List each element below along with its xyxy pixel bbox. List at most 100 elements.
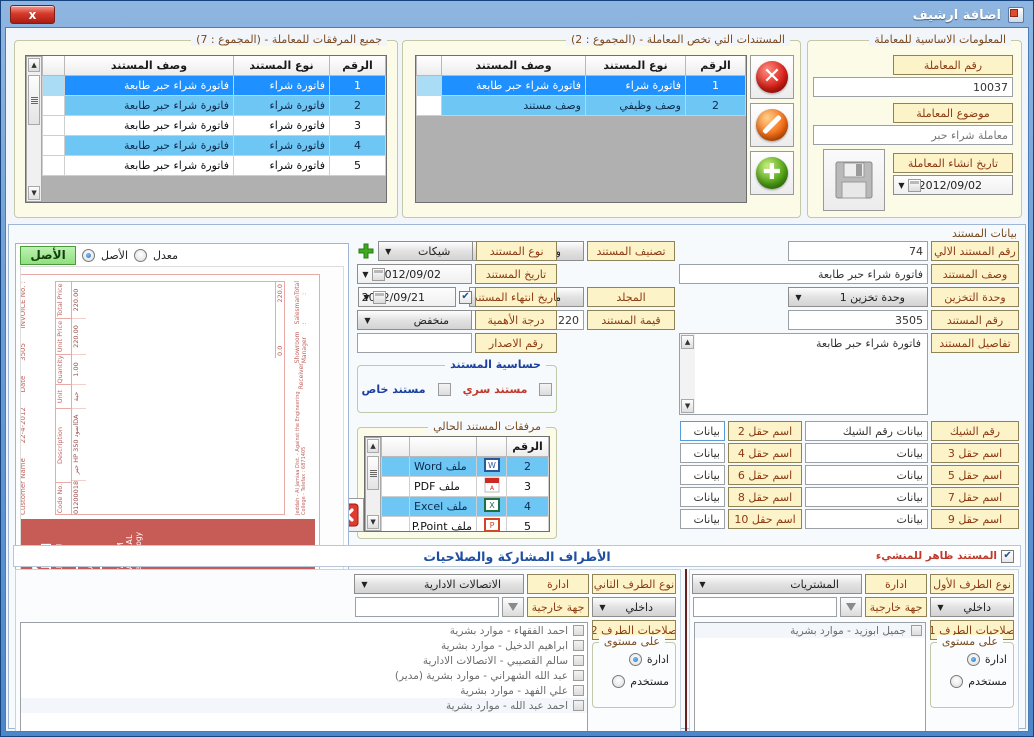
field-input-8[interactable]: بيانات <box>680 487 725 507</box>
scroll-thumb[interactable] <box>367 456 379 490</box>
auto-doc-no-label: رقم المستند الالي <box>931 241 1019 261</box>
table-row[interactable]: 2 W ملف Word <box>381 455 549 477</box>
party1-move-button[interactable] <box>840 597 862 617</box>
field-input-1[interactable]: بيانات رقم الشيك <box>805 421 928 441</box>
issue-no-input[interactable] <box>357 333 472 353</box>
list-item[interactable]: ابراهيم الدخيل - موارد بشرية <box>21 638 587 653</box>
expiry-date-picker[interactable]: 2012/09/21 ▼ <box>358 287 456 307</box>
list-item[interactable]: جميل ابوزيد - موارد بشرية <box>695 623 925 638</box>
cell-desc: فاتورة شراء حبر طابعة <box>64 154 234 176</box>
doc-desc-input[interactable]: فاتورة شراء حبر طابعة <box>679 264 928 284</box>
preview-tab-original[interactable]: الأصل <box>20 245 76 265</box>
doc-details-textarea[interactable]: فاتورة شراء حبر طابعة ▲ ▼ <box>679 333 928 415</box>
cancel-document-button[interactable] <box>750 103 794 147</box>
radio-dept[interactable] <box>628 653 642 666</box>
word-file-icon: W <box>476 455 507 477</box>
radio-original[interactable] <box>82 248 95 262</box>
user-checkbox[interactable] <box>573 685 584 696</box>
add-doc-type-button[interactable] <box>357 241 375 261</box>
table-row[interactable]: 2 فاتورة شراء فاتورة شراء حبر طابعة <box>42 94 386 116</box>
table-row[interactable]: 5 فاتورة شراء فاتورة شراء حبر طابعة <box>42 154 386 176</box>
visible-to-creator-checkbox[interactable]: ✔ <box>1001 549 1014 563</box>
scroll-thumb[interactable] <box>28 75 40 125</box>
user-checkbox[interactable] <box>911 625 922 636</box>
party2-users-list[interactable]: احمد الفقهاء - موارد بشرية ابراهيم الدخي… <box>20 622 588 731</box>
party1-internal-select[interactable]: داخلي ▼ <box>930 597 1014 617</box>
cell-no: 1 <box>685 74 746 96</box>
table-row[interactable]: 1 فاتورة شراء فاتورة شراء حبر طابعة <box>42 74 386 96</box>
secret-checkbox[interactable] <box>539 382 553 396</box>
created-date-picker[interactable]: 2012/09/02 ▼ <box>893 175 1013 195</box>
current-attachments-grid[interactable]: ▲ ▼ الرقم 2 W ملف Word 3 A ملف PDF 4 X م… <box>364 436 550 532</box>
transaction-no-input[interactable]: 10037 <box>813 77 1013 97</box>
close-button[interactable]: x <box>10 5 55 24</box>
col-header-name <box>409 437 477 457</box>
add-document-button[interactable]: ✚ <box>750 151 794 195</box>
user-checkbox[interactable] <box>573 670 584 681</box>
user-checkbox[interactable] <box>573 625 584 636</box>
expiry-checkbox[interactable]: ✔ <box>459 290 472 304</box>
user-checkbox[interactable] <box>573 655 584 666</box>
delete-document-button[interactable]: ✕ <box>750 55 794 99</box>
field-input-4[interactable]: بيانات <box>680 443 725 463</box>
list-item[interactable]: احمد عبد الله - موارد بشرية <box>21 698 587 713</box>
field-input-6[interactable]: بيانات <box>680 465 725 485</box>
list-item[interactable]: علي الفهد - موارد بشرية <box>21 683 587 698</box>
radio-user[interactable] <box>612 675 626 688</box>
table-row[interactable]: 5 P ملف P.Point <box>381 515 549 531</box>
table-row[interactable]: 4 X ملف Excel <box>381 495 549 517</box>
invoice-date-label: Date <box>20 375 27 393</box>
table-row[interactable]: 1 فاتورة شراء فاتورة شراء حبر طابعة <box>416 74 746 96</box>
field-input-2[interactable]: بيانات <box>680 421 725 441</box>
details-scrollbar[interactable]: ▲ ▼ <box>680 334 695 414</box>
list-item[interactable]: عبد الله الشهراني - موارد بشرية (مدير) <box>21 668 587 683</box>
all-attachments-grid[interactable]: ▲ ▼ الرقم نوع المستند وصف المستند 1 فاتو… <box>25 55 387 203</box>
party1-users-list[interactable]: جميل ابوزيد - موارد بشرية <box>694 622 926 731</box>
party2-level-dept-option[interactable]: ادارة <box>628 653 669 666</box>
doc-date-picker[interactable]: 2012/09/02 ▼ <box>357 264 472 284</box>
doc-type-row: نوع المستند شيكات ▼ <box>357 241 557 261</box>
storage-unit-select[interactable]: وحدة تخزين 1 ▼ <box>788 287 928 307</box>
party1-level-user-option[interactable]: مستخدم <box>950 675 1007 688</box>
field-input-9[interactable]: بيانات <box>805 509 928 529</box>
table-row[interactable]: 4 فاتورة شراء فاتورة شراء حبر طابعة <box>42 134 386 156</box>
table-row[interactable]: 3 A ملف PDF <box>381 475 549 497</box>
private-checkbox[interactable] <box>437 382 451 396</box>
scroll-up-arrow[interactable]: ▲ <box>28 58 40 72</box>
scroll-down-arrow[interactable]: ▼ <box>28 186 40 200</box>
table-row[interactable]: 2 وصف وظيفي وصف مستند <box>416 94 746 116</box>
party1-external-input[interactable] <box>693 597 837 617</box>
party2-dept-select[interactable]: الاتصالات الادارية ▼ <box>354 574 524 594</box>
party2-internal-select[interactable]: داخلي ▼ <box>592 597 676 617</box>
party1-dept-select[interactable]: المشتريات ▼ <box>692 574 862 594</box>
scroll-up-arrow[interactable]: ▲ <box>681 335 694 349</box>
field-input-10[interactable]: بيانات <box>680 509 725 529</box>
subject-input[interactable]: معاملة شراء حبر <box>813 125 1013 145</box>
save-transaction-button[interactable] <box>823 149 885 211</box>
party2-level-user-option[interactable]: مستخدم <box>612 675 669 688</box>
party2-move-button[interactable] <box>502 597 524 617</box>
list-item[interactable]: احمد الفقهاء - موارد بشرية <box>21 623 587 638</box>
field-input-5[interactable]: بيانات <box>805 465 928 485</box>
current-attachments-scrollbar[interactable]: ▲ ▼ <box>365 437 381 531</box>
field-input-3[interactable]: بيانات <box>805 443 928 463</box>
table-row[interactable]: 3 فاتورة شراء فاتورة شراء حبر طابعة <box>42 114 386 136</box>
party1-level-dept-option[interactable]: ادارة <box>966 653 1007 666</box>
field-input-7[interactable]: بيانات <box>805 487 928 507</box>
transaction-documents-grid[interactable]: الرقم نوع المستند وصف المستند 1 فاتورة ش… <box>415 55 747 203</box>
radio-dept[interactable] <box>966 653 980 666</box>
doc-type-select[interactable]: شيكات ▼ <box>377 241 474 261</box>
party2-external-input[interactable] <box>355 597 499 617</box>
radio-user[interactable] <box>950 675 964 688</box>
scroll-up-arrow[interactable]: ▲ <box>367 439 379 453</box>
scroll-down-arrow[interactable]: ▼ <box>681 399 694 413</box>
auto-doc-no-input[interactable]: 74 <box>788 241 928 261</box>
importance-select[interactable]: منخفض ▼ <box>357 310 472 330</box>
user-checkbox[interactable] <box>573 640 584 651</box>
attachments-scrollbar[interactable]: ▲ ▼ <box>26 56 42 202</box>
radio-modified[interactable] <box>134 248 148 262</box>
scroll-down-arrow[interactable]: ▼ <box>367 515 379 529</box>
user-checkbox[interactable] <box>573 700 584 711</box>
list-item[interactable]: سالم القصيبي - الاتصالات الادارية <box>21 653 587 668</box>
doc-no-input[interactable]: 3505 <box>788 310 928 330</box>
